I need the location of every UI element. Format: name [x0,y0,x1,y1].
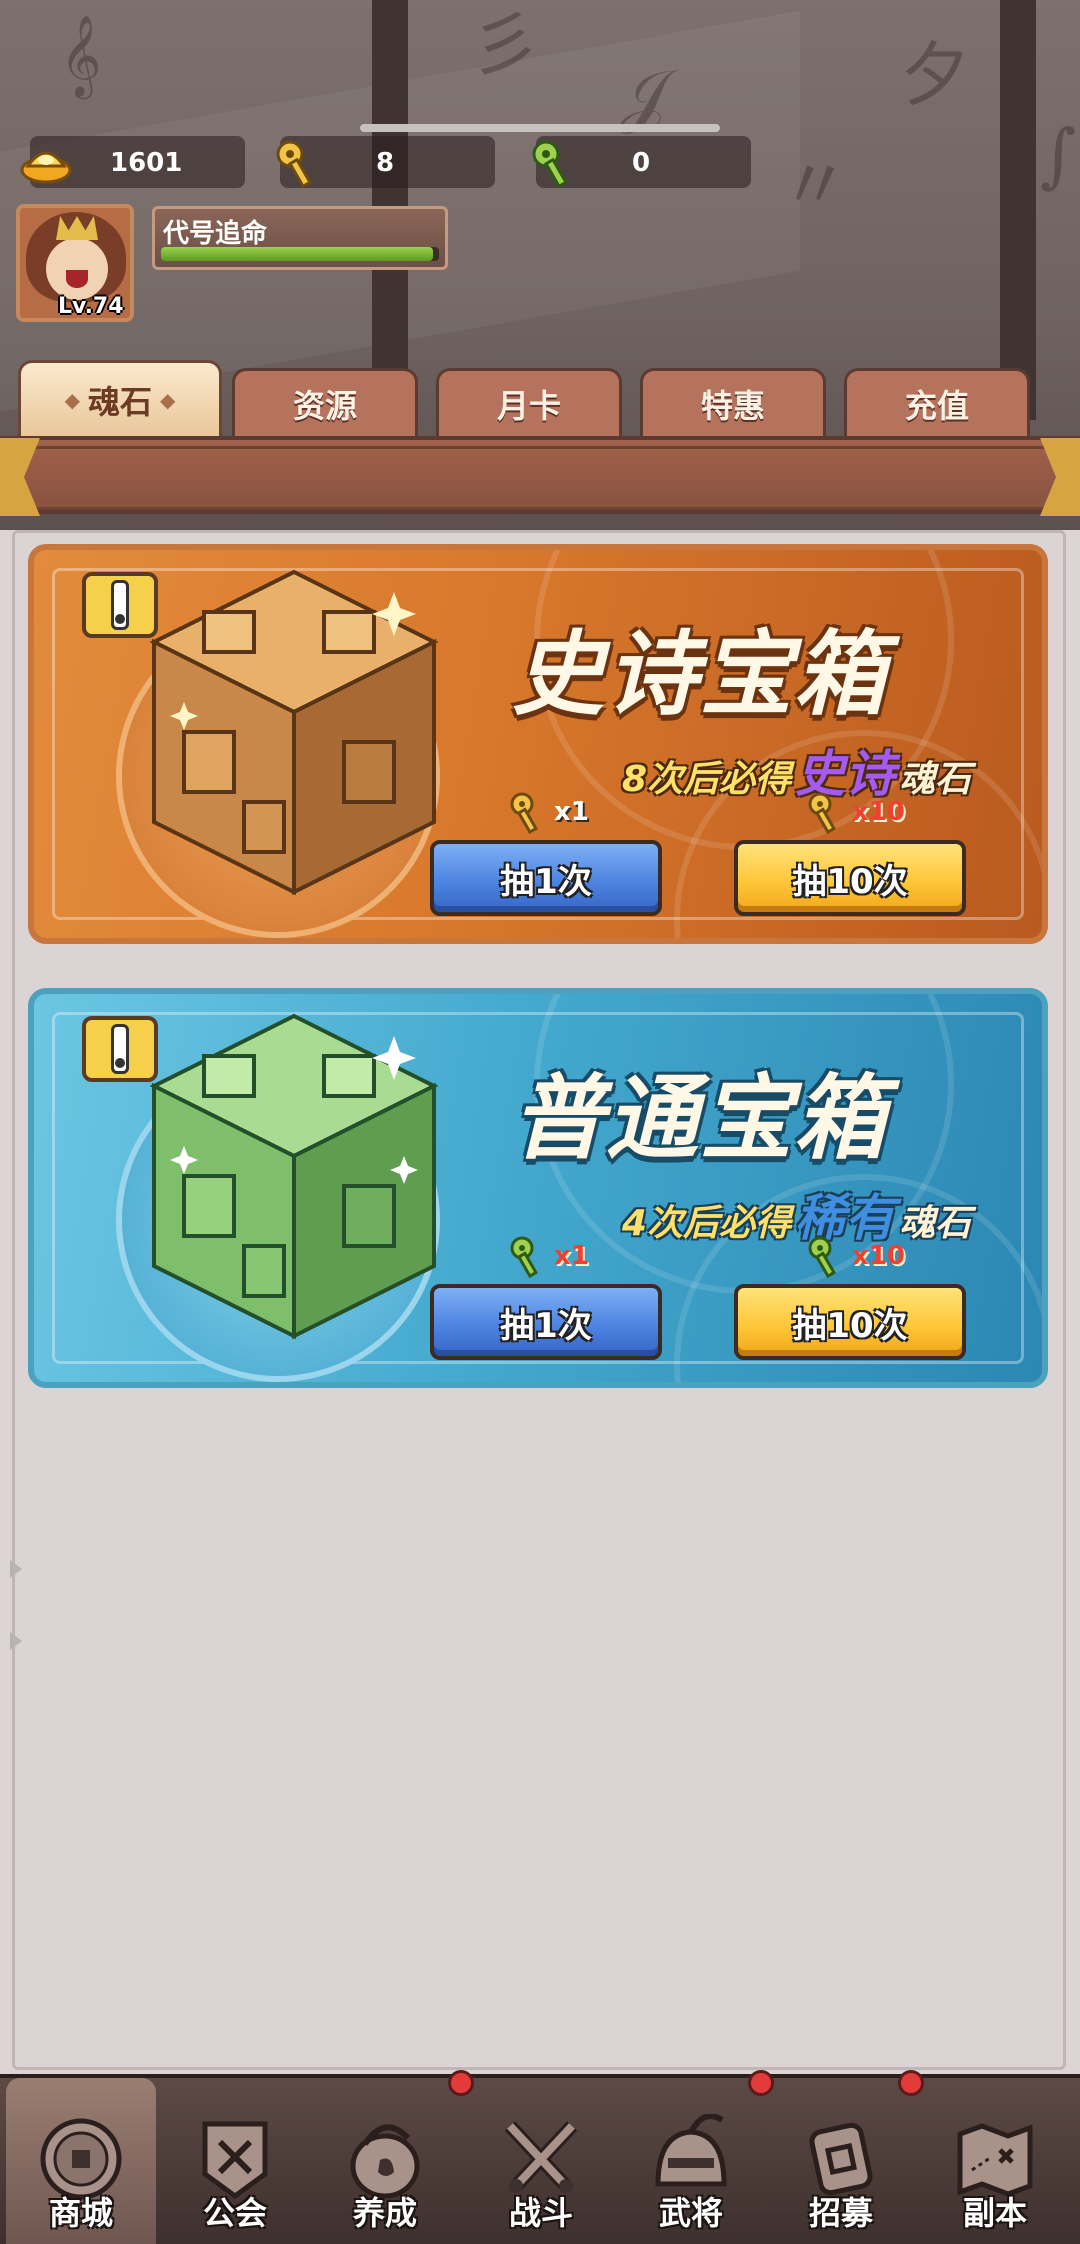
currency-gold[interactable]: 1601 [20,136,245,188]
gold-key-icon [808,792,837,834]
player-level: Lv.74 [58,294,124,319]
player-name: 代号追命 [163,219,268,249]
nav-battle[interactable]: 战斗 [466,2078,616,2244]
normal-chest-title: 普通宝箱 [512,1065,889,1172]
normal-ten-cost-amount: x10 [852,1241,905,1271]
nav-shop-label: 商城 [48,2194,113,2232]
tab-special-offer-label: 特惠 [700,386,765,425]
epic-ten-cost: x10 [804,790,905,834]
nav-generals-label: 武将 [658,2194,723,2232]
tab-soulstone[interactable]: ◆ 魂石 ◆ [18,360,222,436]
nav-generals[interactable]: 武将 [616,2078,766,2244]
tab-strip [0,436,1080,514]
currency-green-key-value: 0 [632,148,651,178]
currency-gold-key-value: 8 [376,148,395,178]
player-avatar[interactable]: Lv.74 [16,204,134,322]
recruit-badge [898,2070,924,2096]
normal-guarantee-prefix: 4次后必得 [622,1203,792,1244]
epic-soul-label: 魂石 [899,759,972,800]
normal-chest-card: 普通宝箱 4次后必得稀有 魂石 x1 x10 抽1次 抽10次 [28,988,1048,1388]
currency-gold-value: 1601 [110,148,183,178]
epic-draw-1-button[interactable]: 抽1次 [430,840,662,916]
tab-soulstone-label: 魂石 [87,382,152,421]
nav-shop[interactable]: 商城 [6,2078,156,2244]
tab-special-offer[interactable]: 特惠 [640,368,826,436]
tab-monthly-card-label: 月卡 [496,386,561,425]
tab-recharge[interactable]: 充值 [844,368,1030,436]
green-key-icon [808,1236,837,1278]
xp-bar-fill [161,247,434,261]
epic-guarantee-text: 8次后必得史诗 魂石 [622,734,971,806]
normal-single-cost: x1 [506,1234,589,1278]
tab-monthly-card[interactable]: 月卡 [436,368,622,436]
normal-draw-10-button[interactable]: 抽10次 [734,1284,966,1360]
normal-ten-cost: x10 [804,1234,905,1278]
generals-badge [748,2070,774,2096]
nav-recruit[interactable]: 招募 [766,2078,916,2244]
nav-develop-label: 养成 [352,2194,417,2232]
nav-dungeon-label: 副本 [962,2194,1027,2232]
tab-resources-label: 资源 [292,386,357,425]
epic-chest-card: 史诗宝箱 8次后必得史诗 魂石 x1 x10 抽1次 抽10次 [28,544,1048,944]
currency-green-key[interactable]: 0 [532,136,751,189]
xp-bar [161,247,439,261]
epic-single-cost: x1 [506,790,589,834]
epic-chest-title: 史诗宝箱 [512,621,889,728]
normal-single-cost-amount: x1 [554,1241,589,1271]
currency-gold-key[interactable]: 8 [276,136,495,189]
develop-badge [448,2070,474,2096]
epic-single-cost-amount: x1 [554,797,589,827]
tab-recharge-label: 充值 [904,386,969,425]
nav-guild[interactable]: 公会 [160,2078,310,2244]
epic-info-icon[interactable] [82,572,158,638]
gold-ingot-icon [20,151,72,184]
tab-resources[interactable]: 资源 [232,368,418,436]
gold-key-icon [510,792,539,834]
normal-draw-1-button[interactable]: 抽1次 [430,1284,662,1360]
drag-handle[interactable] [360,124,720,132]
gold-key-icon [276,140,313,189]
nav-dungeon[interactable]: 副本 [920,2078,1070,2244]
normal-info-icon[interactable] [82,1016,158,1082]
epic-draw-10-button[interactable]: 抽10次 [734,840,966,916]
normal-soul-label: 魂石 [899,1203,972,1244]
nav-develop[interactable]: 养成 [310,2078,460,2244]
green-key-icon [510,1236,539,1278]
epic-ten-cost-amount: x10 [852,797,905,827]
bottom-navigation: 商城 公会 养成 战斗 武将 招募 副本 [0,2074,1080,2244]
nav-guild-label: 公会 [202,2194,267,2232]
epic-guarantee-prefix: 8次后必得 [622,759,792,800]
green-key-icon [532,140,569,189]
player-info[interactable]: 代号追命 [152,206,448,270]
nav-battle-label: 战斗 [508,2194,573,2232]
nav-recruit-label: 招募 [808,2194,873,2232]
normal-guarantee-text: 4次后必得稀有 魂石 [622,1178,971,1250]
